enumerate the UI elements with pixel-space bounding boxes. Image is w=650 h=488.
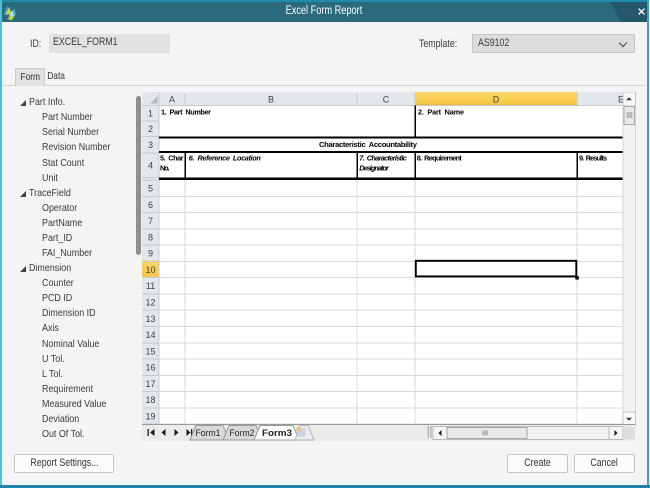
svg-text:15: 15 bbox=[145, 346, 155, 356]
svg-text:8. Requirement: 8. Requirement bbox=[417, 153, 463, 162]
svg-text:Designator: Designator bbox=[359, 163, 390, 172]
svg-text:14: 14 bbox=[145, 330, 155, 340]
svg-text:5: 5 bbox=[148, 184, 153, 194]
svg-text:Form2: Form2 bbox=[230, 428, 255, 439]
svg-text:13: 13 bbox=[145, 314, 155, 324]
svg-text:4: 4 bbox=[148, 161, 153, 171]
svg-text:2. Part Name: 2. Part Name bbox=[418, 107, 464, 116]
svg-text:16: 16 bbox=[145, 363, 155, 373]
svg-text:11: 11 bbox=[146, 281, 155, 291]
svg-text:3: 3 bbox=[148, 140, 153, 150]
svg-text:19: 19 bbox=[145, 412, 155, 422]
svg-text:B: B bbox=[268, 95, 274, 105]
svg-text:6. Reference Location: 6. Reference Location bbox=[189, 153, 262, 162]
svg-text:17: 17 bbox=[145, 379, 155, 389]
svg-text:10: 10 bbox=[145, 265, 155, 275]
svg-text:9. Results: 9. Results bbox=[579, 153, 607, 162]
svg-text:Form1: Form1 bbox=[196, 428, 221, 439]
svg-text:5. Char: 5. Char bbox=[160, 153, 184, 162]
svg-text:7. Characteristic: 7. Characteristic bbox=[359, 153, 407, 162]
svg-text:No.: No. bbox=[160, 163, 170, 172]
svg-text:A: A bbox=[169, 95, 175, 105]
svg-text:12: 12 bbox=[145, 298, 155, 308]
svg-text:D: D bbox=[493, 95, 500, 105]
svg-text:8: 8 bbox=[148, 232, 153, 242]
svg-text:Form3: Form3 bbox=[262, 428, 292, 439]
svg-text:C: C bbox=[383, 95, 390, 105]
svg-text:1. Part Number: 1. Part Number bbox=[161, 107, 211, 116]
svg-text:9: 9 bbox=[148, 249, 153, 259]
svg-text:6: 6 bbox=[148, 200, 153, 210]
svg-text:2: 2 bbox=[148, 124, 153, 134]
svg-text:18: 18 bbox=[145, 395, 155, 405]
svg-text:1: 1 bbox=[148, 109, 153, 119]
svg-text:7: 7 bbox=[148, 216, 153, 226]
svg-text:Characteristic Accountability: Characteristic Accountability bbox=[319, 140, 418, 149]
